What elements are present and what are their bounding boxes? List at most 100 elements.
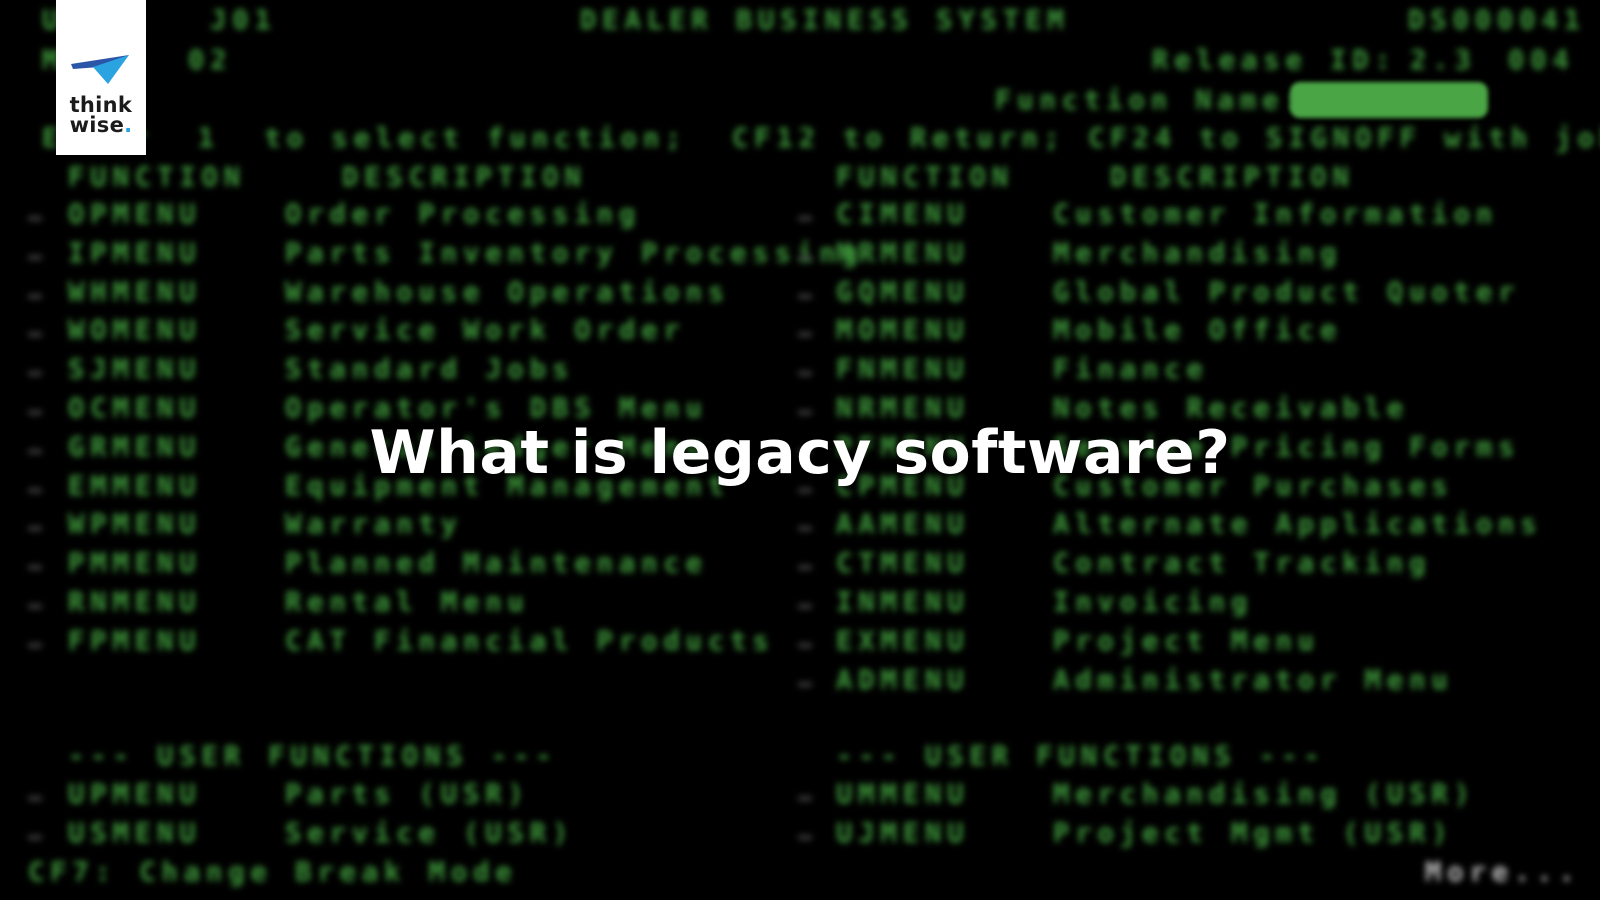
system-id: DS000041 [1408,5,1587,36]
footer-command-hint: CF7: Change Break Mode [28,857,518,888]
selection-marker[interactable] [28,487,42,493]
menu-description: Warranty [285,509,464,541]
logo-wordmark: think wise. [69,93,133,137]
instructions: Enter 1 to select function; CF12 to Retu… [42,123,1600,154]
menu-description: Service Work Order [285,315,686,347]
menu-description: Parts Inventory Processing [285,237,864,269]
right-function-header: FUNCTION [836,162,1015,193]
menu-code[interactable]: CIMENU [836,200,970,230]
logo-dot: . [124,113,133,137]
menu-description: Alternate Applications [1053,509,1543,541]
menu-code[interactable]: AAMENU [836,510,970,540]
menu-code[interactable]: WHMENU [68,277,202,308]
selection-marker[interactable] [798,565,812,571]
menu-description: Administrator Menu [1053,664,1454,696]
selection-marker[interactable] [28,410,42,415]
menu-description: Planned Maintenance [285,548,708,580]
selection-marker[interactable] [798,293,812,299]
menu-description: Global Product Quoter [1053,276,1521,308]
menu-description: Invoicing [1053,587,1254,618]
logo-line-think: think [69,93,133,117]
left-user-functions-title: --- USER FUNCTIONS --- [68,741,558,772]
selection-marker[interactable] [798,216,812,221]
system-title: DEALER BUSINESS SYSTEM [580,5,1070,36]
menu-code[interactable]: ADMENU [836,665,970,696]
slide: User: J01 DEALER BUSINESS SYSTEM DS00004… [0,0,1600,900]
left-function-header: FUNCTION [68,162,247,193]
selection-marker[interactable] [798,371,812,377]
release-code: 004 [1508,45,1575,76]
selection-marker[interactable] [28,371,42,377]
selection-marker[interactable] [28,216,42,221]
menu-description: Customer Information [1053,199,1499,230]
menu-description: Project Mgmt (USR) [1053,817,1454,849]
menu-value: 02 [188,45,233,76]
left-description-header: DESCRIPTION [342,162,587,193]
selection-marker[interactable] [28,565,42,571]
selection-marker[interactable] [798,642,812,648]
menu-description: Merchandising (USR) [1053,779,1476,810]
right-description-header: DESCRIPTION [1110,162,1355,193]
menu-code[interactable]: USMENU [68,818,202,849]
release-label: Release ID: [1152,45,1397,76]
selection-marker[interactable] [798,332,812,338]
menu-code[interactable]: CTMENU [836,549,970,579]
menu-description: Order Processing [285,199,642,230]
right-user-functions-title: --- USER FUNCTIONS --- [836,741,1326,772]
menu-code[interactable]: MRMENU [836,238,970,269]
selection-marker[interactable] [798,410,812,415]
selection-marker[interactable] [28,796,42,801]
menu-description: Merchandising [1053,237,1343,269]
menu-description: Finance [1053,354,1209,386]
headline: What is legacy software? [369,418,1231,488]
selection-marker[interactable] [28,526,42,532]
function-name-label: Function Name: [995,85,1307,116]
menu-code[interactable]: UJMENU [836,818,970,849]
menu-code[interactable]: RNMENU [68,588,202,618]
menu-code[interactable]: FNMENU [836,355,970,385]
menu-code[interactable]: UMMENU [836,780,970,810]
menu-code[interactable]: FPMENU [68,626,202,657]
logo-wise-text: wise [69,113,125,137]
selection-marker[interactable] [28,834,42,840]
paper-plane-icon [71,55,129,84]
selection-marker[interactable] [798,487,812,493]
function-name-input[interactable] [1290,82,1488,118]
selection-marker[interactable] [28,604,42,609]
selection-marker[interactable] [798,834,812,840]
menu-description: Service (USR) [285,817,575,849]
menu-description: Project Menu [1053,625,1321,657]
menu-code[interactable]: WPMENU [68,510,202,540]
selection-marker[interactable] [28,332,42,338]
release-value: 2.3 [1410,45,1477,76]
menu-description: Contract Tracking [1053,548,1432,580]
menu-code[interactable]: MOMENU [836,316,970,346]
selection-marker[interactable] [798,526,812,532]
menu-description: Standard Jobs [285,354,575,386]
menu-code[interactable]: EXMENU [836,626,970,657]
selection-marker[interactable] [28,642,42,648]
menu-code[interactable]: UPMENU [68,780,202,810]
menu-code[interactable]: IPMENU [68,238,202,269]
user-value: J01 [210,5,277,36]
menu-code[interactable]: GQMENU [836,277,970,308]
selection-marker[interactable] [28,293,42,299]
menu-code[interactable]: INMENU [836,588,970,618]
menu-description: Parts (USR) [285,779,530,810]
menu-description: CAT Financial Products [285,625,775,657]
menu-description: Warehouse Operations [285,276,731,308]
menu-description: Mobile Office [1053,315,1343,347]
logo-line-wise: wise. [69,113,133,137]
menu-code[interactable]: WOMENU [68,316,202,346]
selection-marker[interactable] [798,604,812,609]
menu-description: Rental Menu [285,587,530,618]
selection-marker[interactable] [798,681,812,687]
more-indicator: More... [1425,857,1581,888]
menu-code[interactable]: PMMENU [68,549,202,579]
selection-marker[interactable] [798,254,812,260]
menu-code[interactable]: SJMENU [68,355,202,385]
selection-marker[interactable] [798,796,812,801]
thinkwise-logo: think wise. [56,0,146,155]
menu-code[interactable]: OPMENU [68,200,202,230]
selection-marker[interactable] [28,254,42,260]
